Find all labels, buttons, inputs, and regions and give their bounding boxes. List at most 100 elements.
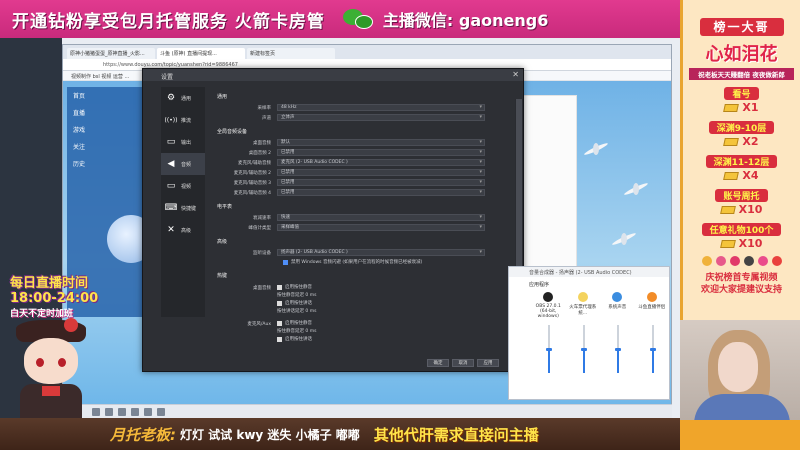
hotkey-checkbox[interactable]: 启用按住讲话 (277, 335, 316, 343)
ducking-checkbox[interactable]: 禁用 Windows 音频闪避 (如果用户在流程的时候音频已经被衰减) (283, 258, 517, 266)
hotkey-checkbox[interactable]: 启用按住静音 (277, 319, 316, 327)
page-nav-item[interactable]: 游戏 (67, 121, 143, 138)
slider-fill (651, 351, 654, 373)
setting-row: 麦克风/辅助音频 麦克风 (2- USB Audio CODEC ) (213, 158, 517, 167)
mic-audio-select[interactable]: 麦克风 (2- USB Audio CODEC ) (277, 159, 485, 166)
hotkey-delay[interactable]: 按住讲话延迟 0 ms (277, 307, 316, 315)
taskbar-app-icon[interactable] (131, 407, 139, 416)
volume-slider[interactable] (531, 325, 566, 381)
peak-meter-select[interactable]: 采样峰值 (277, 224, 485, 231)
settings-nav-stream[interactable]: ((•)) 推流 (161, 109, 205, 131)
wechat-id-text: 主播微信: gaoneng6 (382, 11, 549, 30)
stream-overlay: 开通钻粉享受包月托管服务 火箭卡房管 主播微信: gaoneng6 原神小猪猪蛋… (0, 0, 800, 450)
price-item: 账号周托 X10 (683, 184, 800, 216)
taskbar-app-icon[interactable] (105, 407, 113, 416)
mic-audio-3-select[interactable]: 已禁用 (277, 179, 485, 186)
volume-slider[interactable] (635, 325, 670, 381)
sample-rate-select[interactable]: 48 kHz (277, 104, 485, 111)
page-nav-item[interactable]: 首页 (67, 87, 143, 104)
settings-nav: ⚙ 通用 ((•)) 推流 ▭ 输出 ◀ 音频 ▭ 视频 ⌨ 快捷键 ✕ 高级 (161, 87, 205, 317)
browser-tab[interactable]: 原神小猪猪蛋蛋_原神直播_火影... (67, 48, 155, 59)
dialog-title-text: 设置 (161, 74, 174, 81)
price-item-value: X4 (742, 169, 759, 182)
mic-audio-4-select[interactable]: 已禁用 (277, 189, 485, 196)
gift-icon (771, 256, 782, 266)
ok-button[interactable]: 确定 (427, 359, 449, 367)
gift-icon (723, 137, 740, 146)
monitoring-device-select[interactable]: 扬声器 (2- USB Audio CODEC ) (277, 249, 485, 256)
setting-label: 桌面音频 (253, 140, 271, 146)
price-item-label: 任意礼物100个 (701, 223, 782, 236)
taskbar-app-icon[interactable] (144, 407, 152, 416)
slider-knob[interactable] (615, 348, 621, 351)
settings-nav-output[interactable]: ▭ 输出 (161, 131, 205, 153)
hotkey-delay[interactable]: 按住静音延迟 0 ms (277, 291, 316, 299)
mixer-app: 火车票代理系统... (566, 292, 601, 319)
nav-label: 音频 (181, 161, 192, 168)
apply-button[interactable]: 应用 (477, 359, 499, 367)
channels-select[interactable]: 立体声 (277, 114, 485, 121)
keyboard-icon: ⌨ (164, 203, 178, 213)
close-icon[interactable]: ✕ (512, 70, 519, 79)
nav-label: 高级 (181, 227, 192, 234)
settings-nav-hotkeys[interactable]: ⌨ 快捷键 (161, 197, 205, 219)
checkbox-box[interactable] (277, 320, 282, 326)
app-name: 系统声音 (608, 305, 627, 310)
mic-audio-2-select[interactable]: 已禁用 (277, 169, 485, 176)
taskbar-app-icon[interactable] (157, 407, 165, 416)
browser-tab[interactable]: 新建标签页 (247, 48, 335, 59)
checkbox-label: 禁用 Windows 音频闪避 (如果用户在流程的时候音频已经被衰减) (291, 260, 423, 265)
system-sounds-icon (612, 292, 623, 302)
hotkey-delay[interactable]: 按住静音延迟 0 ms (277, 327, 316, 335)
checkbox-label: 启用按住讲话 (285, 301, 312, 306)
browser-tab[interactable]: 斗鱼 (原神) 直播间提现... (157, 48, 245, 59)
desktop-audio-select[interactable]: 默认 (277, 139, 485, 146)
slider-fill (548, 351, 550, 373)
setting-label: 麦克风/辅助音频 4 (233, 190, 271, 196)
setting-row: 衰减速率 快速 (213, 213, 517, 222)
slider-knob[interactable] (649, 348, 656, 351)
app-icon (577, 292, 588, 302)
app-name: 斗鱼直播伴侣 (638, 305, 666, 310)
slider-knob[interactable] (580, 348, 587, 351)
section-advanced: 高级 (217, 239, 228, 245)
page-nav-item[interactable]: 关注 (67, 138, 143, 155)
page-nav-item[interactable]: 历史 (67, 155, 143, 172)
nav-label: 快捷键 (181, 205, 197, 212)
gift-icon (723, 171, 740, 180)
taskbar-app-icon[interactable] (118, 407, 126, 416)
contact-note: 其他代肝需求直接问主播 (373, 425, 539, 444)
hotkey-checkbox[interactable]: 启用按住讲话 (277, 299, 316, 307)
checkbox-label: 启用按住静音 (285, 285, 312, 290)
nav-label: 视频 (181, 183, 192, 190)
settings-nav-advanced[interactable]: ✕ 高级 (161, 219, 205, 241)
speaker-icon: ◀ (167, 159, 175, 169)
dialog-title: 设置 ✕ (143, 69, 523, 81)
footer-line: 庆祝榜首专属视频 (705, 273, 778, 283)
page-nav-item[interactable]: 直播 (67, 104, 143, 121)
settings-nav-video[interactable]: ▭ 视频 (161, 175, 205, 197)
cancel-button[interactable]: 取消 (452, 359, 474, 367)
setting-row: 麦克风/辅助音频 4 已禁用 (213, 188, 517, 197)
setting-label: 峰值计类型 (248, 225, 272, 231)
seagull-image (583, 141, 609, 157)
setting-row: 峰值计类型 采样峰值 (213, 223, 517, 232)
checkbox-box[interactable] (283, 259, 288, 265)
setting-row: 桌面音频 默认 (213, 138, 517, 147)
tools-icon: ✕ (167, 225, 175, 235)
volume-slider[interactable] (600, 325, 635, 381)
setting-row: 桌面音频 2 已禁用 (213, 148, 517, 157)
hotkey-checkbox[interactable]: 启用按住静音 (277, 283, 316, 291)
checkbox-box[interactable] (277, 284, 282, 290)
slider-knob[interactable] (546, 348, 552, 351)
gift-icon (701, 256, 712, 266)
settings-nav-audio[interactable]: ◀ 音频 (161, 153, 205, 175)
volume-slider[interactable] (566, 325, 601, 381)
mixer-sliders (509, 325, 669, 381)
settings-nav-general[interactable]: ⚙ 通用 (161, 87, 205, 109)
decay-rate-select[interactable]: 快速 (277, 214, 485, 221)
checkbox-box[interactable] (277, 336, 282, 342)
scrollbar-thumb[interactable] (516, 99, 522, 279)
checkbox-box[interactable] (277, 300, 282, 306)
desktop-audio-2-select[interactable]: 已禁用 (277, 149, 485, 156)
